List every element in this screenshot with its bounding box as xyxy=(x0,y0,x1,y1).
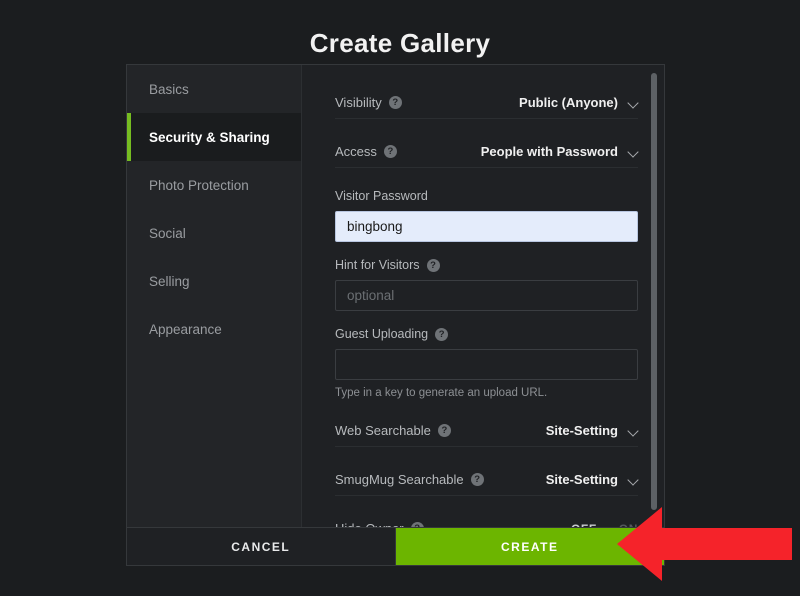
dialog-body: Basics Security & Sharing Photo Protecti… xyxy=(127,65,664,527)
help-icon[interactable]: ? xyxy=(426,258,440,272)
help-icon[interactable]: ? xyxy=(388,96,402,109)
smugmug-searchable-select[interactable]: Site-Setting xyxy=(546,472,638,487)
hint-for-visitors-label: Hint for Visitors xyxy=(335,258,420,272)
access-label-group: Access ? xyxy=(335,144,397,159)
dialog-footer: CANCEL CREATE xyxy=(127,527,664,565)
cancel-button[interactable]: CANCEL xyxy=(127,528,396,565)
create-gallery-dialog: Basics Security & Sharing Photo Protecti… xyxy=(126,64,665,566)
row-hide-owner: Hide Owner ? OFF ON xyxy=(335,517,638,527)
web-searchable-select[interactable]: Site-Setting xyxy=(546,423,638,438)
help-icon[interactable]: ? xyxy=(437,424,451,437)
sidebar-item-label: Photo Protection xyxy=(149,177,249,193)
content-scrollbar-track[interactable] xyxy=(650,71,658,521)
guest-uploading-helper-text: Type in a key to generate an upload URL. xyxy=(335,387,548,399)
settings-content: Visibility ? Public (Anyone) Access ? Pe… xyxy=(302,65,664,527)
help-icon[interactable]: ? xyxy=(435,327,449,341)
web-searchable-value: Site-Setting xyxy=(545,423,618,438)
field-guest-uploading: Guest Uploading ? Type in a key to gener… xyxy=(335,327,638,399)
help-icon[interactable]: ? xyxy=(470,473,484,486)
smugmug-searchable-label-group: SmugMug Searchable ? xyxy=(335,472,484,487)
visitor-password-label-group: Visitor Password xyxy=(335,189,638,203)
field-hint-for-visitors: Hint for Visitors ? xyxy=(335,258,638,311)
guest-uploading-input[interactable] xyxy=(335,349,638,380)
web-searchable-label-group: Web Searchable ? xyxy=(335,423,451,438)
settings-sidebar: Basics Security & Sharing Photo Protecti… xyxy=(127,65,302,527)
settings-content-wrapper: Visibility ? Public (Anyone) Access ? Pe… xyxy=(302,65,664,527)
hide-owner-off-option[interactable]: OFF xyxy=(571,522,597,528)
smugmug-searchable-value: Site-Setting xyxy=(545,472,618,487)
field-visitor-password: Visitor Password xyxy=(335,189,638,242)
visibility-select[interactable]: Public (Anyone) xyxy=(519,95,638,110)
access-value: People with Password xyxy=(480,144,618,159)
guest-uploading-label: Guest Uploading xyxy=(335,327,429,341)
sidebar-item-label: Social xyxy=(149,225,186,241)
help-icon[interactable]: ? xyxy=(383,145,397,158)
access-label: Access xyxy=(335,144,377,159)
sidebar-item-label: Basics xyxy=(149,81,189,97)
sidebar-item-security-and-sharing[interactable]: Security & Sharing xyxy=(127,113,301,161)
hide-owner-toggle: OFF ON xyxy=(571,522,638,528)
sidebar-item-appearance[interactable]: Appearance xyxy=(127,305,301,353)
help-icon[interactable]: ? xyxy=(410,522,424,527)
smugmug-searchable-label: SmugMug Searchable xyxy=(335,472,464,487)
sidebar-item-social[interactable]: Social xyxy=(127,209,301,257)
hide-owner-on-option[interactable]: ON xyxy=(619,522,638,528)
create-button[interactable]: CREATE xyxy=(395,528,664,565)
create-button-label: CREATE xyxy=(501,539,559,554)
visibility-label-group: Visibility ? xyxy=(335,95,402,110)
row-smugmug-searchable: SmugMug Searchable ? Site-Setting xyxy=(335,468,638,496)
chevron-down-icon xyxy=(629,147,638,156)
row-visibility: Visibility ? Public (Anyone) xyxy=(335,91,638,119)
web-searchable-label: Web Searchable xyxy=(335,423,431,438)
chevron-down-icon xyxy=(629,475,638,484)
cancel-button-label: CANCEL xyxy=(231,539,291,554)
hint-for-visitors-input[interactable] xyxy=(335,280,638,311)
chevron-down-icon xyxy=(629,426,638,435)
chevron-down-icon xyxy=(629,98,638,107)
visibility-value: Public (Anyone) xyxy=(519,95,618,110)
visibility-label: Visibility xyxy=(335,95,382,110)
page-title: Create Gallery xyxy=(309,28,491,58)
visitor-password-input[interactable] xyxy=(335,211,638,242)
sidebar-item-selling[interactable]: Selling xyxy=(127,257,301,305)
row-access: Access ? People with Password xyxy=(335,140,638,168)
hide-owner-label-group: Hide Owner ? xyxy=(335,521,424,527)
sidebar-item-basics[interactable]: Basics xyxy=(127,65,301,113)
visitor-password-label: Visitor Password xyxy=(335,189,428,203)
guest-uploading-label-group: Guest Uploading ? xyxy=(335,327,638,341)
sidebar-item-label: Security & Sharing xyxy=(149,129,270,145)
sidebar-item-photo-protection[interactable]: Photo Protection xyxy=(127,161,301,209)
row-web-searchable: Web Searchable ? Site-Setting xyxy=(335,419,638,447)
content-scrollbar-thumb[interactable] xyxy=(651,73,657,510)
sidebar-item-label: Appearance xyxy=(149,321,222,337)
hide-owner-label: Hide Owner xyxy=(335,521,404,527)
access-select[interactable]: People with Password xyxy=(481,144,638,159)
sidebar-item-label: Selling xyxy=(149,273,190,289)
hint-label-group: Hint for Visitors ? xyxy=(335,258,638,272)
